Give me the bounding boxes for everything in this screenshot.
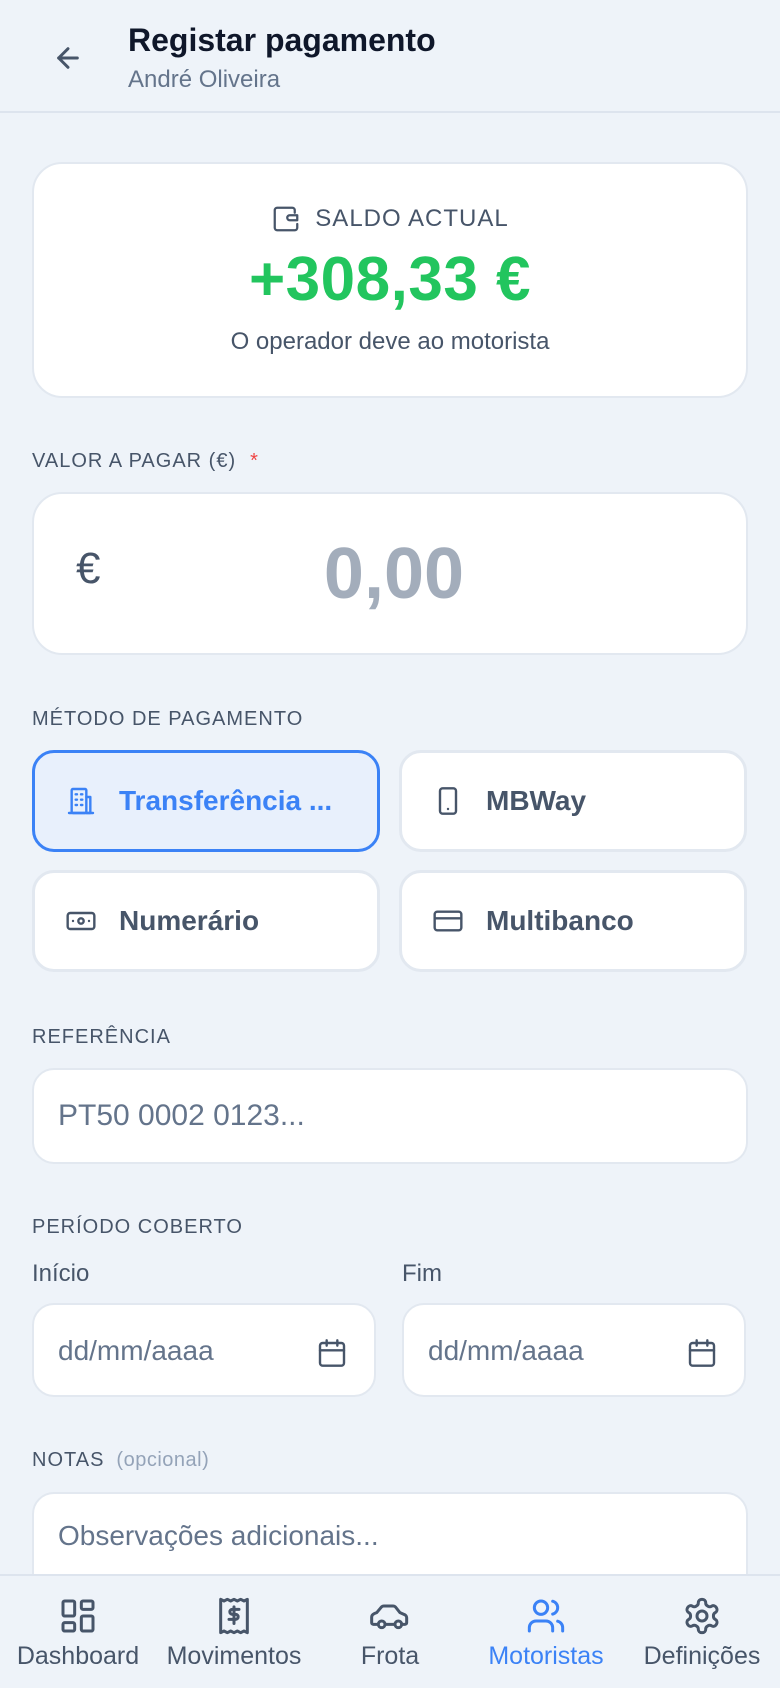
method-cash-button[interactable]: Numerário [32, 870, 380, 972]
nav-item-motoristas[interactable]: Motoristas [468, 1576, 624, 1688]
building-icon [67, 787, 95, 815]
payment-method-label: MÉTODO DE PAGAMENTO [32, 708, 304, 730]
currency-symbol: € [76, 544, 101, 593]
end-date-label: Fim [402, 1260, 442, 1287]
method-label: Multibanco [486, 905, 634, 936]
method-label: MBWay [486, 785, 587, 816]
car-icon [370, 1604, 409, 1630]
method-mbway-button[interactable]: MBWay [399, 750, 747, 852]
driver-name: André Oliveira [128, 66, 281, 93]
gear-icon [685, 1597, 719, 1635]
optional-hint: (opcional) [116, 1449, 210, 1471]
page-title: Registar pagamento [128, 22, 436, 58]
notes-label: NOTAS (opcional) [32, 1449, 210, 1471]
calendar-icon[interactable] [316, 1337, 348, 1369]
start-date-field[interactable] [32, 1303, 376, 1397]
smartphone-icon [438, 787, 458, 815]
start-date-input[interactable] [58, 1329, 308, 1373]
nav-item-definicoes[interactable]: Definições [624, 1576, 780, 1688]
method-label: Numerário [119, 905, 260, 936]
period-label: PERÍODO COBERTO [32, 1216, 243, 1238]
end-date-field[interactable] [402, 1303, 746, 1397]
back-button[interactable] [40, 30, 96, 86]
reference-label: REFERÊNCIA [32, 1026, 171, 1048]
required-mark: * [250, 450, 259, 472]
method-transfer-button[interactable]: Transferência ... [32, 750, 380, 852]
nav-item-movimentos[interactable]: Movimentos [156, 1576, 312, 1688]
balance-amount: +308,33 € [248, 245, 532, 314]
reference-input[interactable] [32, 1068, 748, 1164]
credit-card-icon [433, 910, 463, 932]
method-label: Transferência ... [119, 785, 333, 816]
banknote-icon [66, 911, 96, 931]
nav-item-dashboard[interactable]: Dashboard [0, 1576, 156, 1688]
users-icon [527, 1599, 565, 1633]
arrow-left-icon [57, 47, 79, 69]
receipt-icon [219, 1597, 249, 1635]
start-date-label: Início [32, 1260, 90, 1287]
balance-note: O operador deve ao motorista [230, 328, 550, 355]
wallet-icon [273, 206, 299, 232]
amount-input[interactable] [134, 524, 654, 624]
end-date-input[interactable] [428, 1329, 678, 1373]
amount-label: VALOR A PAGAR (€) * [32, 450, 259, 472]
balance-label: SALDO ACTUAL [315, 205, 509, 232]
balance-card: SALDO ACTUAL +308,33 € O operador deve a… [32, 162, 748, 398]
dashboard-icon [61, 1599, 95, 1633]
amount-field[interactable]: € [32, 492, 748, 655]
bottom-nav: Dashboard Movimentos Frota Motoristas De… [0, 1574, 780, 1688]
calendar-icon[interactable] [686, 1337, 718, 1369]
nav-item-frota[interactable]: Frota [312, 1576, 468, 1688]
app-header: Registar pagamento André Oliveira [0, 0, 780, 113]
method-multibanco-button[interactable]: Multibanco [399, 870, 747, 972]
